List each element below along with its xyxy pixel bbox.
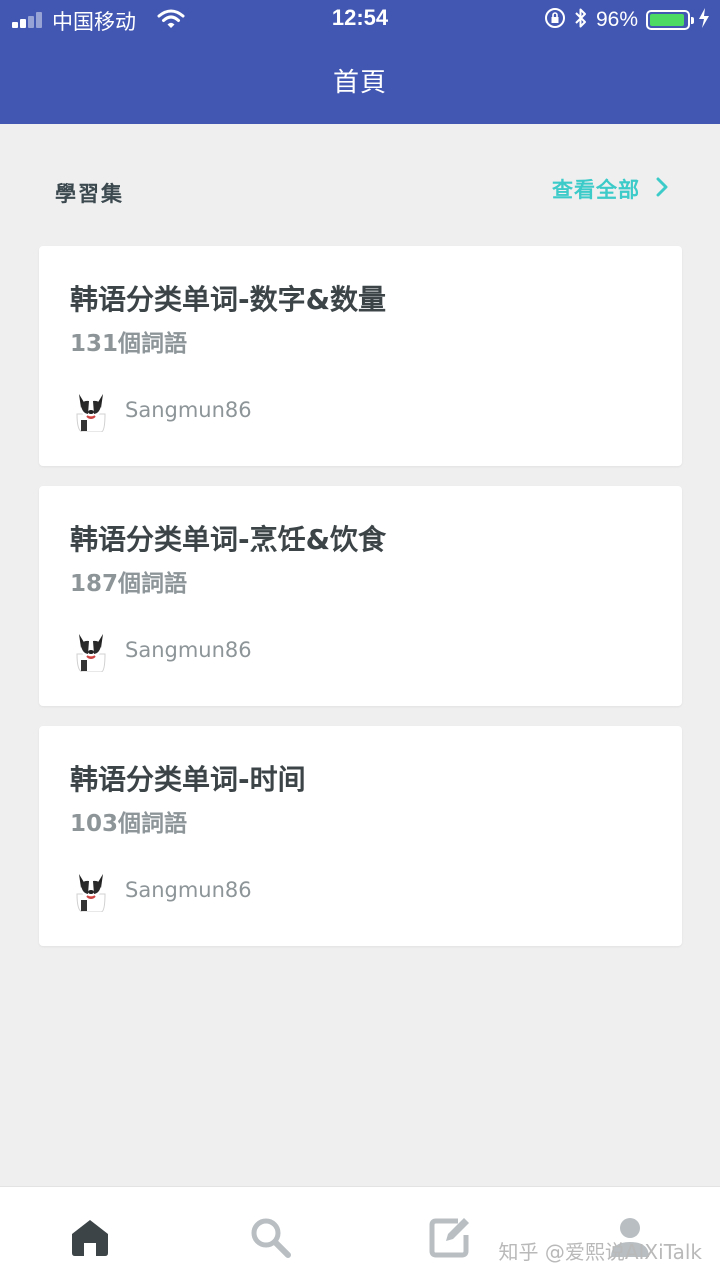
- top-header: 中国移动 12:54 96% 首頁: [0, 0, 720, 124]
- study-set-list: 韩语分类单词-数字&数量 131個詞語 Sangmun86 韩语分类单词-烹饪&: [39, 246, 682, 966]
- avatar: [73, 632, 109, 673]
- status-right: 96%: [544, 5, 710, 35]
- home-icon: [72, 1220, 108, 1256]
- search-icon: [251, 1218, 291, 1258]
- watermark-text: 知乎 @爱熙说AIXiTalk: [498, 1240, 703, 1264]
- edit-icon: [429, 1218, 469, 1258]
- author-name: Sangmun86: [125, 638, 252, 662]
- bluetooth-icon: [574, 7, 588, 34]
- study-set-title: 韩语分类单词-数字&数量: [70, 283, 387, 316]
- term-count: 187個詞語: [70, 571, 188, 597]
- tab-search[interactable]: [248, 1215, 292, 1259]
- term-count: 103個詞語: [70, 811, 188, 837]
- chevron-right-icon: [656, 177, 668, 202]
- tab-home[interactable]: [68, 1215, 112, 1259]
- study-set-card[interactable]: 韩语分类单词-数字&数量 131個詞語 Sangmun86: [39, 246, 682, 466]
- battery-percent: 96%: [595, 8, 638, 31]
- rotation-lock-icon: [544, 7, 566, 34]
- study-set-title: 韩语分类单词-时间: [70, 763, 306, 796]
- avatar: [73, 392, 109, 433]
- see-all-link[interactable]: 查看全部: [552, 174, 668, 204]
- app-screen: 中国移动 12:54 96% 首頁 學習集 查看全部 韩语分类单词-数字&数量 …: [0, 0, 720, 1281]
- bottom-tab-bar: [0, 1186, 720, 1281]
- charging-icon: [698, 7, 710, 33]
- page-title: 首頁: [332, 68, 387, 98]
- study-set-card[interactable]: 韩语分类单词-时间 103個詞語 Sangmun86: [39, 726, 682, 946]
- term-count: 131個詞語: [70, 331, 188, 357]
- tab-create[interactable]: [428, 1215, 472, 1259]
- author-name: Sangmun86: [125, 398, 252, 422]
- study-set-card[interactable]: 韩语分类单词-烹饪&饮食 187個詞語 Sangmun86: [39, 486, 682, 706]
- study-set-title: 韩语分类单词-烹饪&饮食: [70, 523, 387, 556]
- avatar: [73, 872, 109, 913]
- author-name: Sangmun86: [125, 878, 252, 902]
- see-all-label: 查看全部: [552, 178, 640, 202]
- section-title: 學習集: [55, 182, 124, 206]
- status-bar: 中国移动 12:54 96%: [0, 0, 720, 40]
- battery-icon: [646, 10, 694, 30]
